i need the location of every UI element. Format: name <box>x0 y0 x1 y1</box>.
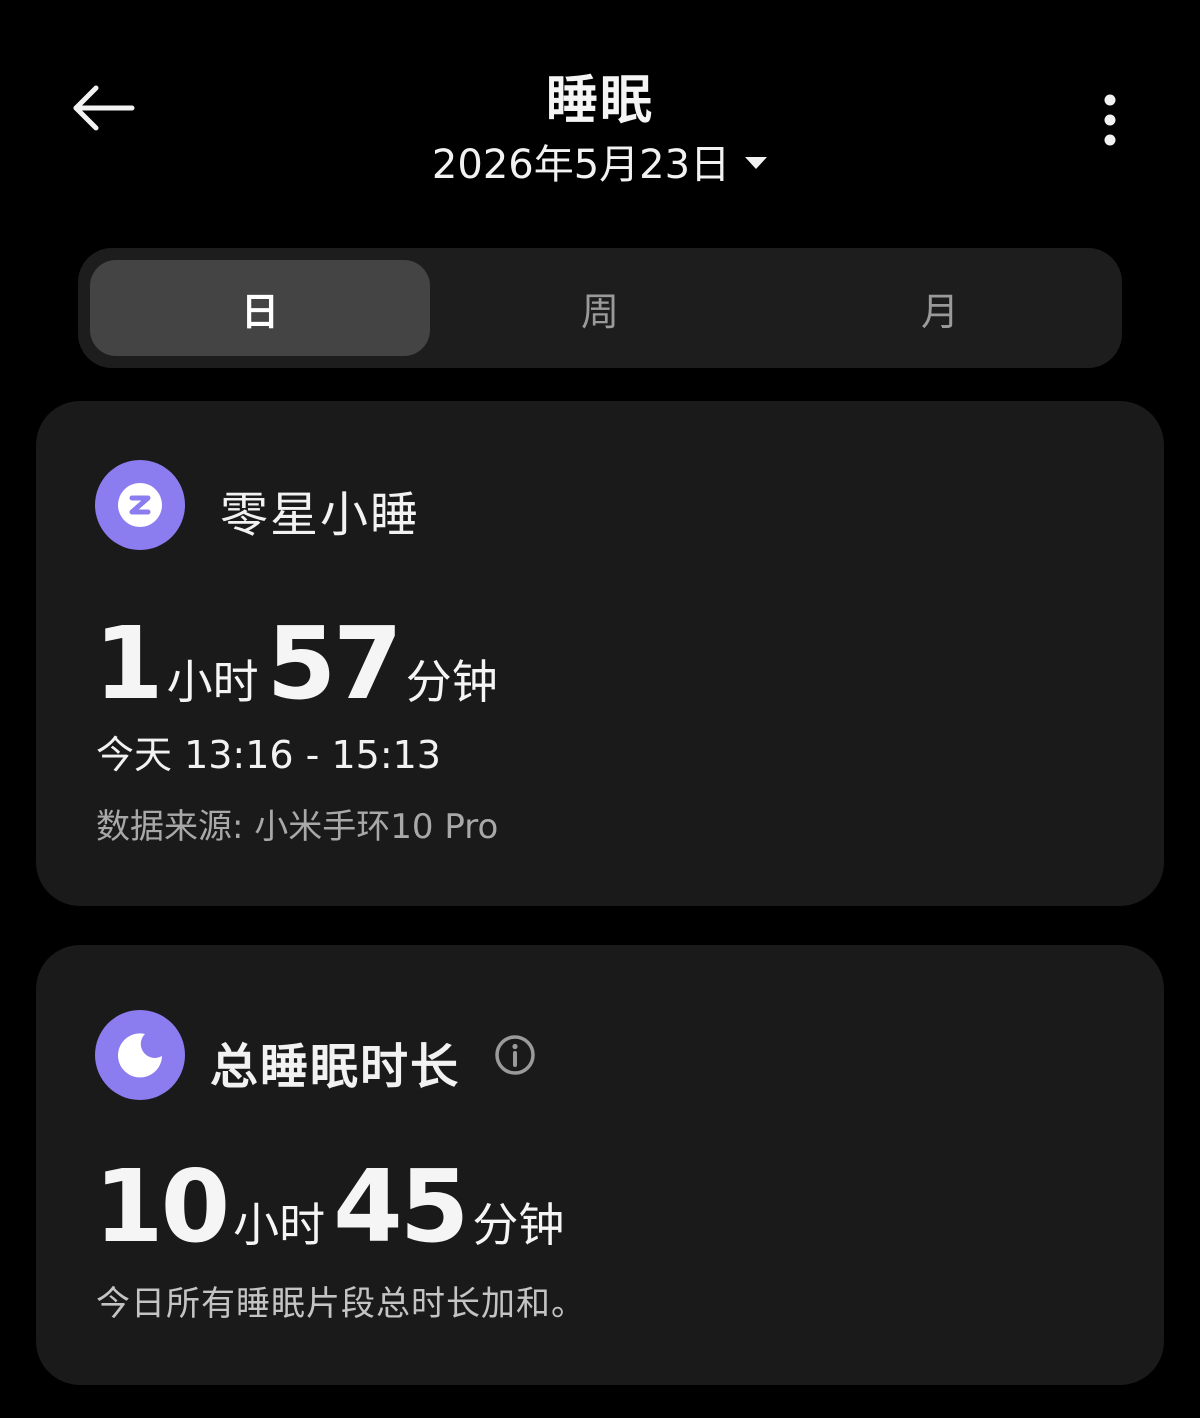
more-options-button[interactable] <box>1085 90 1135 154</box>
nap-z-icon <box>118 483 162 527</box>
date-label: 2026年5月23日 <box>431 142 731 188</box>
total-sleep-badge <box>95 1010 185 1100</box>
more-vertical-icon <box>1104 94 1116 146</box>
top-bar: 睡眠 2026年5月23日 <box>0 0 1200 220</box>
period-segmented-control: 日 周 月 <box>78 248 1122 368</box>
total-hours-value: 10 <box>94 1148 230 1265</box>
nap-time-range: 今天 13:16 - 15:13 <box>96 733 441 777</box>
tab-week[interactable]: 周 <box>430 260 770 356</box>
nap-badge <box>95 460 185 550</box>
nap-card-title: 零星小睡 <box>220 487 421 543</box>
total-sleep-card[interactable]: 总睡眠时长 10 小时 45 分钟 今日所有睡眠片段总时长加和。 <box>36 945 1164 1385</box>
nap-data-source: 数据来源: 小米手环10 Pro <box>96 807 499 847</box>
total-minutes-value: 45 <box>333 1148 469 1265</box>
total-minutes-unit: 分钟 <box>472 1198 565 1252</box>
caret-down-icon <box>745 157 768 169</box>
tab-day[interactable]: 日 <box>90 260 430 356</box>
page-title: 睡眠 <box>545 71 654 131</box>
moon-icon <box>118 1033 162 1078</box>
total-sleep-duration: 10 小时 45 分钟 <box>94 1157 572 1257</box>
total-hours-unit: 小时 <box>233 1198 326 1252</box>
nap-minutes-unit: 分钟 <box>405 655 498 709</box>
info-icon[interactable] <box>494 1034 536 1076</box>
date-picker[interactable]: 2026年5月23日 <box>0 132 1200 190</box>
tab-month[interactable]: 月 <box>770 260 1110 356</box>
nap-hours-value: 1 <box>94 605 164 722</box>
total-sleep-title: 总睡眠时长 <box>210 1039 461 1095</box>
nap-card[interactable]: 零星小睡 1 小时 57 分钟 今天 13:16 - 15:13 数据来源: 小… <box>36 401 1164 906</box>
nap-hours-unit: 小时 <box>166 655 259 709</box>
nap-duration: 1 小时 57 分钟 <box>94 614 506 714</box>
nap-minutes-value: 57 <box>266 605 403 722</box>
total-sleep-description: 今日所有睡眠片段总时长加和。 <box>96 1284 586 1324</box>
